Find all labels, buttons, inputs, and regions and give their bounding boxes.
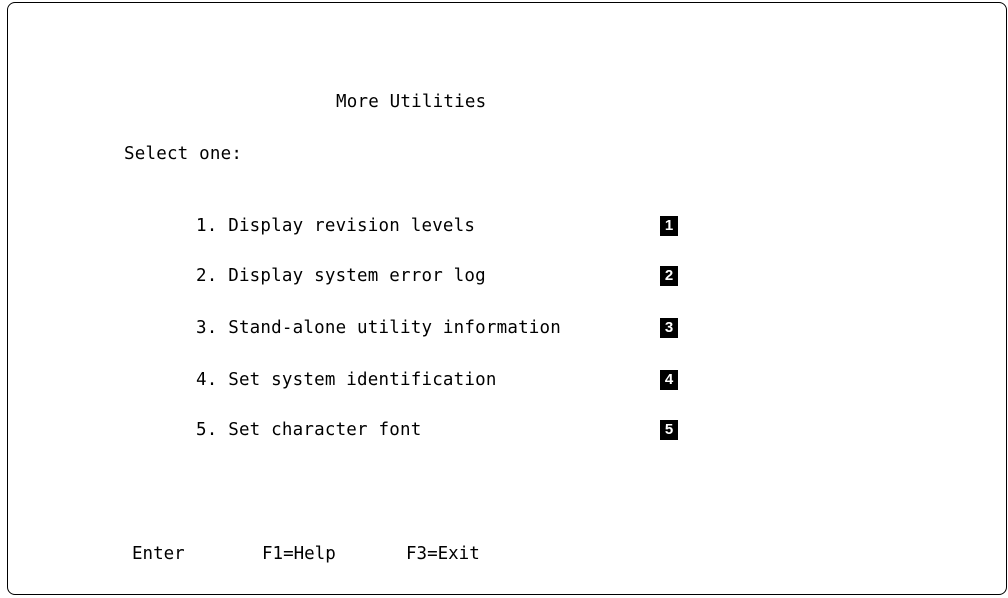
callout-badge: 4 (660, 370, 678, 390)
menu-item-set-system-identification[interactable]: 4. Set system identification 4 (196, 367, 678, 393)
callout-badge: 1 (660, 216, 678, 236)
menu-item-display-revision-levels[interactable]: 1. Display revision levels 1 (196, 213, 678, 239)
menu-item-set-character-font[interactable]: 5. Set character font 5 (196, 417, 678, 443)
enter-key-button[interactable]: Enter (132, 543, 185, 565)
menu-item-label: 4. Set system identification (196, 370, 497, 390)
menu-item-label: 3. Stand-alone utility information (196, 318, 562, 338)
menu-item-stand-alone-utility-information[interactable]: 3. Stand-alone utility information 3 (196, 315, 678, 341)
callout-badge: 5 (660, 420, 678, 440)
select-prompt: Select one: (124, 144, 243, 164)
menu-item-label: 5. Set character font (196, 420, 422, 440)
callout-badge: 3 (660, 318, 678, 338)
menu-item-label: 1. Display revision levels (196, 216, 476, 236)
menu-item-label: 2. Display system error log (196, 266, 486, 286)
terminal-screen-frame: More Utilities Select one: 1. Display re… (7, 2, 1007, 595)
callout-badge: 2 (660, 266, 678, 286)
f1-help-key-button[interactable]: F1=Help (262, 543, 336, 565)
screen-title: More Utilities (336, 92, 487, 112)
menu-item-display-system-error-log[interactable]: 2. Display system error log 2 (196, 263, 678, 289)
f3-exit-key-button[interactable]: F3=Exit (406, 543, 480, 565)
